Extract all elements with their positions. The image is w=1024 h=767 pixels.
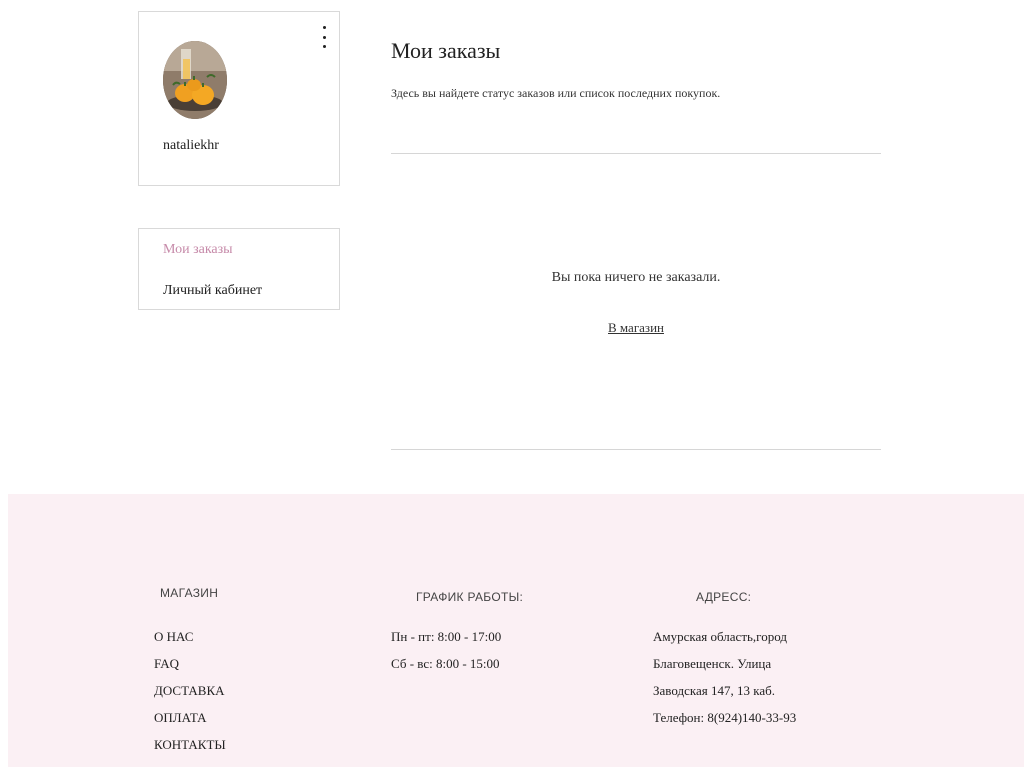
footer-link-contacts[interactable]: КОНТАКТЫ	[154, 731, 226, 758]
page-subtitle: Здесь вы найдете статус заказов или спис…	[391, 86, 721, 100]
username: nataliekhr	[163, 138, 219, 153]
page: nataliekhr Мои заказы Личный кабинет Мои…	[0, 0, 1024, 767]
divider	[391, 449, 881, 450]
footer-shop-links: О НАС FAQ ДОСТАВКА ОПЛАТА КОНТАКТЫ	[154, 623, 226, 758]
go-to-shop-link[interactable]: В магазин	[608, 320, 664, 335]
dot-icon	[322, 45, 326, 48]
footer-link-about[interactable]: О НАС	[154, 623, 226, 650]
footer-address: Амурская область,город Благовещенск. Ули…	[653, 623, 796, 731]
dot-icon	[322, 26, 326, 29]
more-options-button[interactable]	[319, 26, 329, 48]
schedule-weekdays: Пн - пт: 8:00 - 17:00	[391, 629, 502, 644]
footer-link-faq[interactable]: FAQ	[154, 650, 226, 677]
divider	[391, 153, 881, 154]
address-line: Амурская область,город	[653, 629, 787, 644]
footer-schedule-heading: ГРАФИК РАБОТЫ:	[416, 590, 524, 604]
avatar[interactable]	[163, 41, 227, 119]
footer-shop-heading: МАГАЗИН	[160, 586, 219, 600]
page-title: Мои заказы	[391, 38, 501, 63]
footer-link-payment[interactable]: ОПЛАТА	[154, 704, 226, 731]
schedule-weekend: Сб - вс: 8:00 - 15:00	[391, 656, 500, 671]
footer-schedule: Пн - пт: 8:00 - 17:00 Сб - вс: 8:00 - 15…	[391, 623, 501, 677]
address-line: Заводская 147, 13 каб.	[653, 683, 775, 698]
dot-icon	[322, 35, 326, 39]
footer-address-heading: АДРЕСС:	[696, 590, 752, 604]
empty-orders-message: Вы пока ничего не заказали.	[551, 270, 721, 285]
phone-line: Телефон: 8(924)140-33-93	[653, 710, 797, 725]
avatar-image	[163, 41, 227, 119]
address-line: Благовещенск. Улица	[653, 656, 772, 671]
nav-item-account[interactable]: Личный кабинет	[163, 283, 262, 299]
footer-link-delivery[interactable]: ДОСТАВКА	[154, 677, 226, 704]
nav-item-my-orders[interactable]: Мои заказы	[163, 242, 233, 258]
footer: МАГАЗИН О НАС FAQ ДОСТАВКА ОПЛАТА КОНТАК…	[8, 494, 1024, 767]
profile-card: nataliekhr	[138, 11, 340, 186]
account-nav: Мои заказы Личный кабинет	[138, 228, 340, 310]
shop-link-wrap: В магазин	[391, 320, 881, 336]
